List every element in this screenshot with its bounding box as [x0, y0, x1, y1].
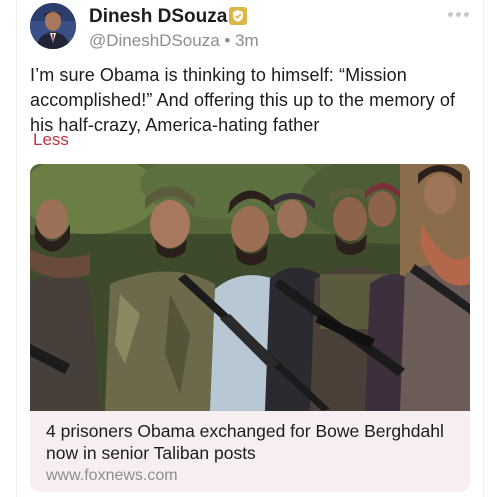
post-card: Dinesh DSouza @DineshDSouza • 3m I’m sur… [0, 0, 500, 497]
post-meta: @DineshDSouza • 3m [89, 31, 259, 51]
avatar[interactable] [30, 3, 76, 49]
less-link[interactable]: Less [33, 130, 69, 150]
link-domain: www.foxnews.com [46, 467, 178, 484]
link-title[interactable]: 4 prisoners Obama exchanged for Bowe Ber… [46, 420, 456, 464]
post-time: 3m [235, 31, 259, 50]
link-preview-image [30, 164, 470, 411]
more-dots-icon[interactable] [448, 12, 469, 17]
meta-separator: • [224, 31, 231, 50]
post-text: I’m sure Obama is thinking to himself: “… [30, 65, 456, 135]
author-name[interactable]: Dinesh DSouza [89, 6, 227, 28]
author-handle[interactable]: @DineshDSouza [89, 31, 220, 50]
avatar-portrait-icon [30, 3, 76, 49]
verified-badge-icon [229, 7, 247, 25]
link-preview-card[interactable]: 4 prisoners Obama exchanged for Bowe Ber… [30, 164, 470, 492]
